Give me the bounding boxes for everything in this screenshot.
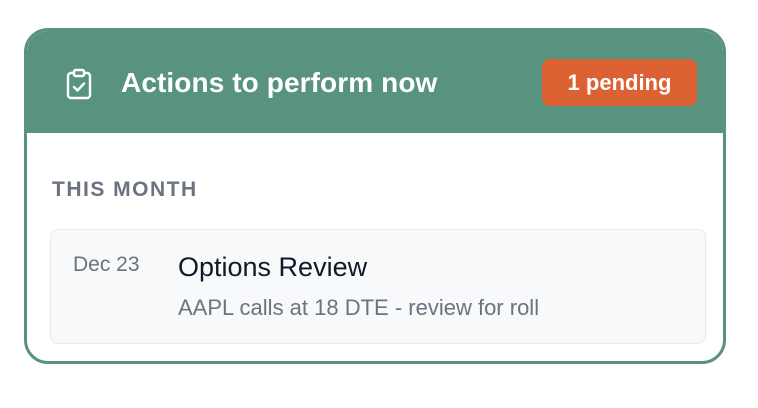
clipboard-check-icon xyxy=(65,68,93,100)
card-header: Actions to perform now 1 pending xyxy=(27,31,723,133)
action-item-title: Options Review xyxy=(178,252,368,282)
action-item-date: Dec 23 xyxy=(73,253,140,276)
action-item-description: AAPL calls at 18 DTE - review for roll xyxy=(178,295,540,320)
card-title: Actions to perform now xyxy=(121,67,438,98)
pending-count-badge: 1 pending xyxy=(542,59,697,106)
actions-card: Actions to perform now 1 pending THIS MO… xyxy=(24,28,726,364)
section-label: THIS MONTH xyxy=(52,178,198,201)
action-item[interactable]: Dec 23 Options Review AAPL calls at 18 D… xyxy=(50,229,706,344)
